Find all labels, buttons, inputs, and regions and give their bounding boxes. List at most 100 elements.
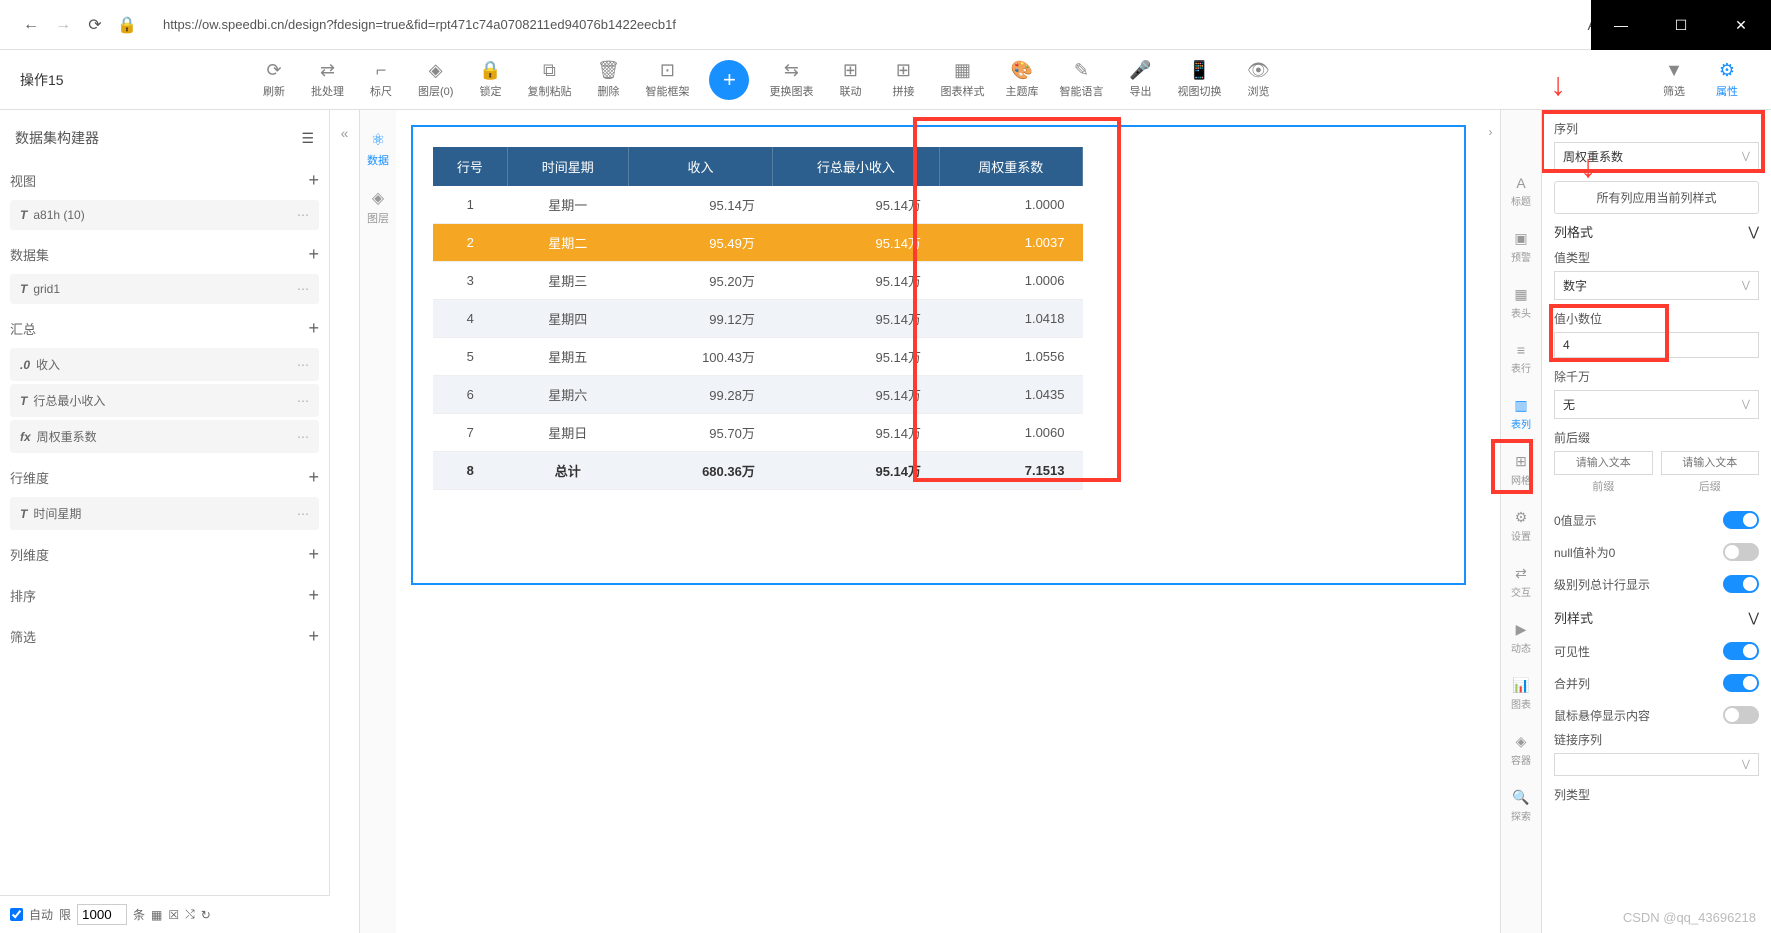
table-header[interactable]: 收入 — [628, 147, 773, 186]
toolbar-主题库[interactable]: 🎨主题库 — [997, 57, 1046, 102]
toolbar-导出[interactable]: 🎤导出 — [1116, 57, 1164, 102]
shuffle-icon[interactable]: ⤭ — [185, 907, 195, 922]
rvtab-设置[interactable]: ⚙设置 — [1511, 509, 1531, 543]
back-button[interactable]: ← — [15, 9, 47, 41]
refresh-icon[interactable]: ↻ — [201, 908, 211, 922]
add-icon[interactable]: + — [308, 244, 319, 265]
rvtab-表头[interactable]: ▦表头 — [1511, 286, 1531, 320]
add-icon[interactable]: + — [308, 626, 319, 647]
toolbar-属性[interactable]: ⚙属性 — [1703, 57, 1751, 102]
table-row[interactable]: 1星期一95.14万95.14万1.0000 — [433, 186, 1083, 224]
vtab-数据[interactable]: ⚛数据 — [367, 130, 389, 168]
add-icon[interactable]: + — [308, 544, 319, 565]
delete-icon[interactable]: ☒ — [168, 908, 179, 922]
null-fill-switch[interactable] — [1723, 543, 1759, 561]
table-row[interactable]: 4星期四99.12万95.14万1.0418 — [433, 300, 1083, 338]
series-select[interactable]: 周权重系数⋁ — [1554, 142, 1759, 171]
add-icon[interactable]: + — [308, 318, 319, 339]
toolbar-图表样式[interactable]: ▦图表样式 — [932, 57, 992, 102]
table-header[interactable]: 行号 — [433, 147, 507, 186]
rvtab-标题[interactable]: A标题 — [1511, 175, 1531, 208]
thousand-select[interactable]: 无⋁ — [1554, 390, 1759, 419]
close-button[interactable]: ✕ — [1711, 0, 1771, 50]
col-style-header[interactable]: 列样式 ⋁ — [1554, 600, 1759, 635]
sidebar-item[interactable]: Ta81h (10)⋯ — [10, 200, 319, 230]
more-icon[interactable]: ⋯ — [297, 507, 309, 521]
sidebar-item[interactable]: fx周权重系数⋯ — [10, 420, 319, 453]
hover-switch[interactable] — [1723, 706, 1759, 724]
toolbar-删除[interactable]: 🗑删除 — [584, 57, 632, 102]
sidebar-item[interactable]: T行总最小收入⋯ — [10, 384, 319, 417]
table-header[interactable]: 周权重系数 — [939, 147, 1082, 186]
rvtab-图表[interactable]: 📊图表 — [1511, 677, 1531, 711]
more-icon[interactable]: ⋯ — [297, 430, 309, 444]
more-icon[interactable]: ⋯ — [297, 394, 309, 408]
table-header[interactable]: 行总最小收入 — [773, 147, 939, 186]
table-row[interactable]: 6星期六99.28万95.14万1.0435 — [433, 376, 1083, 414]
minimize-button[interactable]: — — [1591, 0, 1651, 50]
expand-right[interactable]: › — [1481, 110, 1501, 933]
toolbar-智能语言[interactable]: ✎智能语言 — [1051, 57, 1111, 102]
rvtab-表列[interactable]: ▥表列 — [1511, 397, 1531, 431]
vtab-图层[interactable]: ◈图层 — [367, 188, 389, 226]
level-total-switch[interactable] — [1723, 575, 1759, 593]
toolbar-浏览[interactable]: 👁浏览 — [1234, 57, 1282, 102]
toolbar-刷新[interactable]: ⟳刷新 — [250, 57, 298, 102]
toolbar-锁定[interactable]: 🔒锁定 — [466, 57, 514, 102]
toolbar-复制粘贴[interactable]: ⧉复制粘贴 — [519, 57, 579, 102]
apply-all-columns-button[interactable]: 所有列应用当前列样式 — [1554, 181, 1759, 214]
prefix-input[interactable] — [1554, 451, 1653, 475]
rvtab-动态[interactable]: ▶动态 — [1511, 621, 1531, 655]
toolbar-智能框架[interactable]: ⊡智能框架 — [637, 57, 697, 102]
auto-checkbox[interactable] — [10, 908, 23, 921]
rvtab-容器[interactable]: ◈容器 — [1511, 733, 1531, 767]
sidebar-item[interactable]: Tgrid1⋯ — [10, 274, 319, 304]
toolbar-联动[interactable]: ⊞联动 — [826, 57, 874, 102]
visible-switch[interactable] — [1723, 642, 1759, 660]
toolbar-拼接[interactable]: ⊞拼接 — [879, 57, 927, 102]
value-type-select[interactable]: 数字⋁ — [1554, 271, 1759, 300]
rvtab-预警[interactable]: ▣预警 — [1511, 230, 1531, 264]
toolbar-批处理[interactable]: ⇄批处理 — [303, 57, 352, 102]
link-series-select[interactable]: ⋁ — [1554, 753, 1759, 776]
canvas-frame[interactable]: 行号时间星期收入行总最小收入周权重系数 1星期一95.14万95.14万1.00… — [411, 125, 1466, 585]
more-icon[interactable]: ⋯ — [297, 282, 309, 296]
table-header[interactable]: 时间星期 — [507, 147, 628, 186]
table-row[interactable]: 5星期五100.43万95.14万1.0556 — [433, 338, 1083, 376]
url-bar[interactable]: https://ow.speedbi.cn/design?fdesign=tru… — [163, 17, 1567, 32]
add-button[interactable]: + — [709, 60, 749, 100]
more-icon[interactable]: ⋯ — [297, 358, 309, 372]
toolbar-筛选[interactable]: ▼筛选 — [1650, 57, 1698, 102]
rvtab-网格[interactable]: ⊞网格 — [1511, 453, 1531, 487]
data-table[interactable]: 行号时间星期收入行总最小收入周权重系数 1星期一95.14万95.14万1.00… — [433, 147, 1083, 490]
table-row[interactable]: 7星期日95.70万95.14万1.0060 — [433, 414, 1083, 452]
collapse-left[interactable]: « — [330, 110, 360, 933]
merge-switch[interactable] — [1723, 674, 1759, 692]
table-row[interactable]: 8总计680.36万95.14万7.1513 — [433, 452, 1083, 490]
toolbar-视图切换[interactable]: 📱视图切换 — [1169, 57, 1229, 102]
table-row[interactable]: 3星期三95.20万95.14万1.0006 — [433, 262, 1083, 300]
canvas-area[interactable]: 行号时间星期收入行总最小收入周权重系数 1星期一95.14万95.14万1.00… — [396, 110, 1481, 933]
limit-input[interactable] — [77, 904, 127, 925]
more-icon[interactable]: ⋯ — [297, 208, 309, 222]
table-icon[interactable]: ▦ — [151, 908, 162, 922]
refresh-button[interactable]: ⟳ — [79, 9, 111, 41]
add-icon[interactable]: + — [308, 467, 319, 488]
rvtab-表行[interactable]: ≡表行 — [1511, 342, 1531, 375]
toolbar-更换图表[interactable]: ⇆更换图表 — [761, 57, 821, 102]
col-format-header[interactable]: 列格式 ⋁ — [1554, 214, 1759, 249]
sidebar-item[interactable]: T时间星期⋯ — [10, 497, 319, 530]
decimal-input[interactable]: 4 — [1554, 332, 1759, 358]
toolbar-标尺[interactable]: ⌐标尺 — [357, 57, 405, 102]
suffix-input[interactable] — [1661, 451, 1760, 475]
zero-display-switch[interactable] — [1723, 511, 1759, 529]
add-icon[interactable]: + — [308, 170, 319, 191]
sidebar-menu-icon[interactable]: ☰ — [301, 130, 314, 147]
rvtab-交互[interactable]: ⇄交互 — [1511, 565, 1531, 599]
rvtab-探索[interactable]: 🔍探索 — [1511, 789, 1531, 823]
maximize-button[interactable]: ☐ — [1651, 0, 1711, 50]
toolbar-图层(0)[interactable]: ◈图层(0) — [410, 57, 461, 102]
table-row[interactable]: 2星期二95.49万95.14万1.0037 — [433, 224, 1083, 262]
add-icon[interactable]: + — [308, 585, 319, 606]
sidebar-item[interactable]: .0收入⋯ — [10, 348, 319, 381]
